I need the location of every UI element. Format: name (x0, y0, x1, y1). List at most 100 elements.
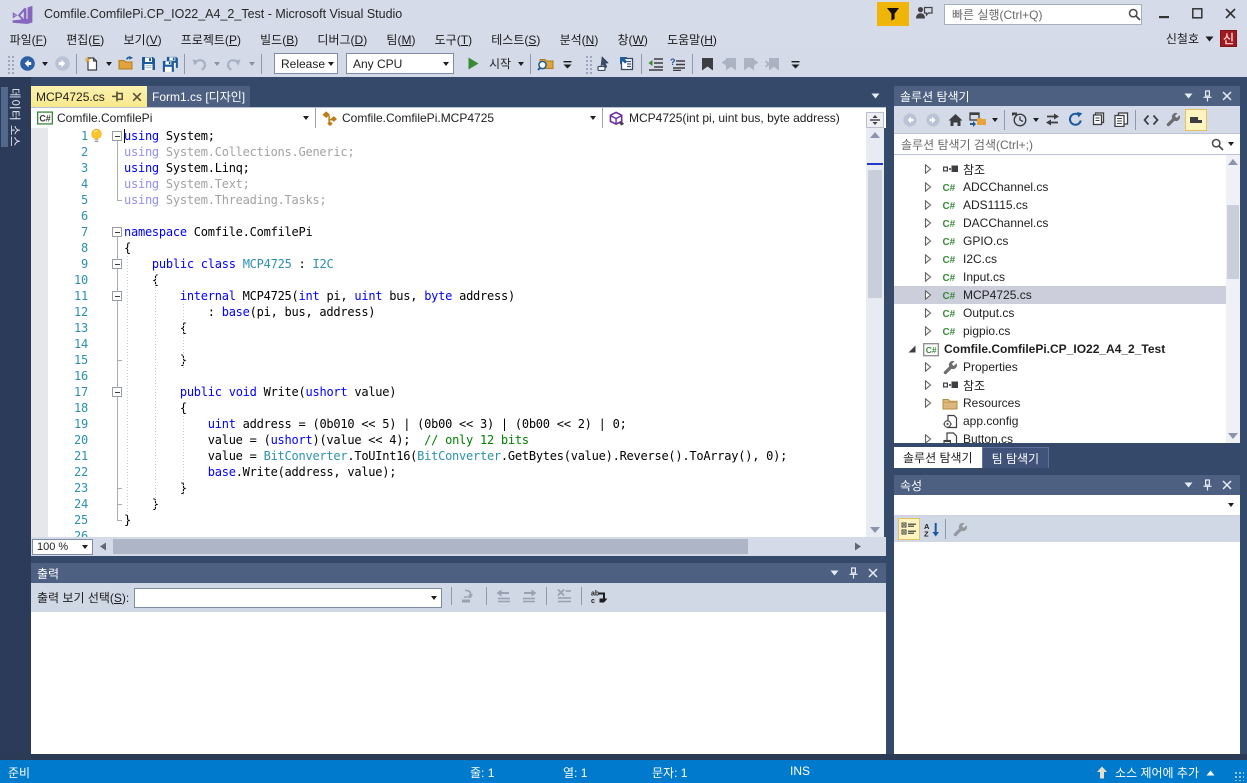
toggle-bookmark-button[interactable] (696, 53, 718, 75)
menu-t[interactable]: 도구(T) (425, 28, 482, 51)
next-message-button[interactable] (521, 589, 537, 603)
previous-message-button[interactable] (496, 589, 512, 603)
scroll-up-arrow[interactable] (1228, 159, 1238, 165)
new-file-button[interactable] (80, 53, 102, 75)
tree-item-i2c-cs[interactable]: C# I2C.cs (894, 250, 1226, 268)
alphabetical-button[interactable]: AZ (920, 518, 942, 540)
dropdown-chevron[interactable] (514, 53, 527, 75)
next-bookmark-button[interactable] (740, 53, 762, 75)
refresh-button[interactable] (1064, 109, 1087, 131)
fold-collapse-box[interactable] (112, 131, 122, 141)
show-all-files-button[interactable] (1110, 109, 1133, 131)
menu-e[interactable]: 편집(E) (57, 28, 114, 51)
toolbar-overflow-button[interactable] (556, 53, 578, 75)
panel-tab-team-explorer[interactable]: 팀 탐색기 (982, 447, 1050, 468)
window-position-chevron[interactable] (1184, 93, 1193, 99)
close-tab-icon[interactable] (132, 92, 142, 102)
send-feedback-icon[interactable] (915, 5, 933, 20)
close-panel-icon[interactable] (1222, 480, 1232, 490)
expand-arrow-icon[interactable] (923, 254, 933, 264)
save-all-button[interactable] (159, 53, 181, 75)
title-bar[interactable]: Comfile.ComfilePi.CP_IO22_A4_2_Test - Mi… (0, 0, 1247, 28)
home-button[interactable] (944, 109, 967, 131)
fold-collapse-box[interactable] (112, 291, 122, 301)
expand-arrow-icon[interactable] (923, 218, 933, 228)
menu-b[interactable]: 빌드(B) (251, 28, 308, 51)
vertical-scrollbar[interactable] (866, 128, 884, 537)
tree-item-input-cs[interactable]: C# Input.cs (894, 268, 1226, 286)
breadcrumb-scope-2[interactable]: MCP4725(int pi, uint bus, byte address) (603, 108, 886, 128)
dropdown-chevron[interactable] (38, 53, 51, 75)
scroll-left-arrow[interactable] (99, 542, 107, 551)
notifications-flag-button[interactable] (877, 2, 909, 26)
resize-grip[interactable] (1234, 771, 1244, 781)
tree-item-gpio-cs[interactable]: C# GPIO.cs (894, 232, 1226, 250)
expand-arrow-icon[interactable] (923, 272, 933, 282)
user-name[interactable]: 신철호 (1166, 30, 1199, 47)
tree-scrollbar-thumb[interactable] (1227, 205, 1239, 279)
property-pages-button[interactable] (949, 518, 971, 540)
categorized-button[interactable] (898, 518, 920, 540)
document-tab-form1[interactable]: Form1.cs [디자인] (147, 86, 250, 107)
open-file-button[interactable] (115, 53, 137, 75)
user-account-area[interactable]: 신철호 신 (1166, 30, 1237, 47)
redo-button[interactable] (223, 53, 245, 75)
expand-arrow-icon[interactable] (923, 308, 933, 318)
collapse-all-button[interactable] (1087, 109, 1110, 131)
navigate-forward-button[interactable] (51, 53, 73, 75)
quick-launch-search-input[interactable]: 빠른 실행(Ctrl+Q) (944, 4, 1142, 25)
navigate-to-button[interactable] (594, 53, 616, 75)
close-panel-icon[interactable] (868, 568, 878, 578)
code-editor[interactable]: 1using System;2using System.Collections.… (31, 128, 866, 537)
tree-item-output-cs[interactable]: C# Output.cs (894, 304, 1226, 322)
undo-button[interactable] (188, 53, 210, 75)
menu-s[interactable]: 테스트(S) (482, 28, 550, 51)
horizontal-scrollbar-thumb[interactable] (113, 539, 748, 554)
solution-platforms-dropdown[interactable]: Any CPU (346, 53, 454, 74)
dropdown-chevron[interactable] (102, 53, 115, 75)
menu-n[interactable]: 분석(N) (550, 28, 608, 51)
menu-d[interactable]: 디버그(D) (308, 28, 377, 51)
sidebar-tab-data-sources[interactable]: 데이터 소스 (7, 88, 23, 147)
tree-vertical-scrollbar[interactable] (1226, 155, 1240, 443)
toolbar-grip[interactable] (6, 54, 14, 74)
clear-all-button[interactable] (556, 589, 572, 603)
fold-collapse-box[interactable] (112, 227, 122, 237)
scroll-down-arrow[interactable] (870, 527, 880, 533)
increase-indent-button[interactable]: ? (667, 53, 689, 75)
tree-item--[interactable]: 참조 (894, 376, 1226, 394)
fold-collapse-box[interactable] (112, 259, 122, 269)
navigate-code-button[interactable] (616, 53, 638, 75)
pin-icon[interactable] (849, 567, 858, 579)
tree-item-button-cs[interactable]: Button.cs (894, 430, 1226, 443)
window-position-chevron[interactable] (830, 570, 839, 576)
forward-button[interactable] (922, 109, 945, 131)
expand-arrow-icon[interactable] (923, 362, 933, 372)
scroll-right-arrow[interactable] (854, 542, 862, 551)
vertical-scrollbar-thumb[interactable] (868, 170, 882, 298)
output-source-dropdown[interactable] (134, 588, 442, 608)
expand-arrow-icon[interactable] (923, 182, 933, 192)
tree-item-dacchannel-cs[interactable]: C# DACChannel.cs (894, 214, 1226, 232)
scroll-up-arrow[interactable] (870, 132, 880, 138)
preview-selected-items-toggle[interactable] (1185, 109, 1208, 131)
pin-icon[interactable] (1203, 479, 1212, 491)
tree-item-comfile-comfilepi-cp-io22-a4-2-test[interactable]: C# Comfile.ComfilePi.CP_IO22_A4_2_Test (894, 340, 1226, 358)
toggle-word-wrap-button[interactable]: abc (591, 589, 607, 604)
pin-icon[interactable] (1203, 90, 1212, 102)
collapse-arrow-icon[interactable] (907, 344, 917, 354)
start-label[interactable]: 시작 (484, 55, 514, 72)
window-position-chevron[interactable] (1184, 482, 1193, 488)
decrease-indent-button[interactable] (645, 53, 667, 75)
start-debug-button[interactable] (462, 53, 484, 75)
properties-object-dropdown[interactable] (894, 495, 1240, 516)
user-avatar[interactable]: 신 (1220, 30, 1237, 47)
view-code-button[interactable] (1139, 109, 1162, 131)
expand-arrow-icon[interactable] (923, 236, 933, 246)
expand-arrow-icon[interactable] (923, 398, 933, 408)
dropdown-chevron[interactable] (210, 53, 223, 75)
back-button[interactable] (899, 109, 922, 131)
previous-bookmark-button[interactable] (718, 53, 740, 75)
tree-item-ads1115-cs[interactable]: C# ADS1115.cs (894, 196, 1226, 214)
output-panel-title-bar[interactable]: 출력 (31, 563, 886, 583)
